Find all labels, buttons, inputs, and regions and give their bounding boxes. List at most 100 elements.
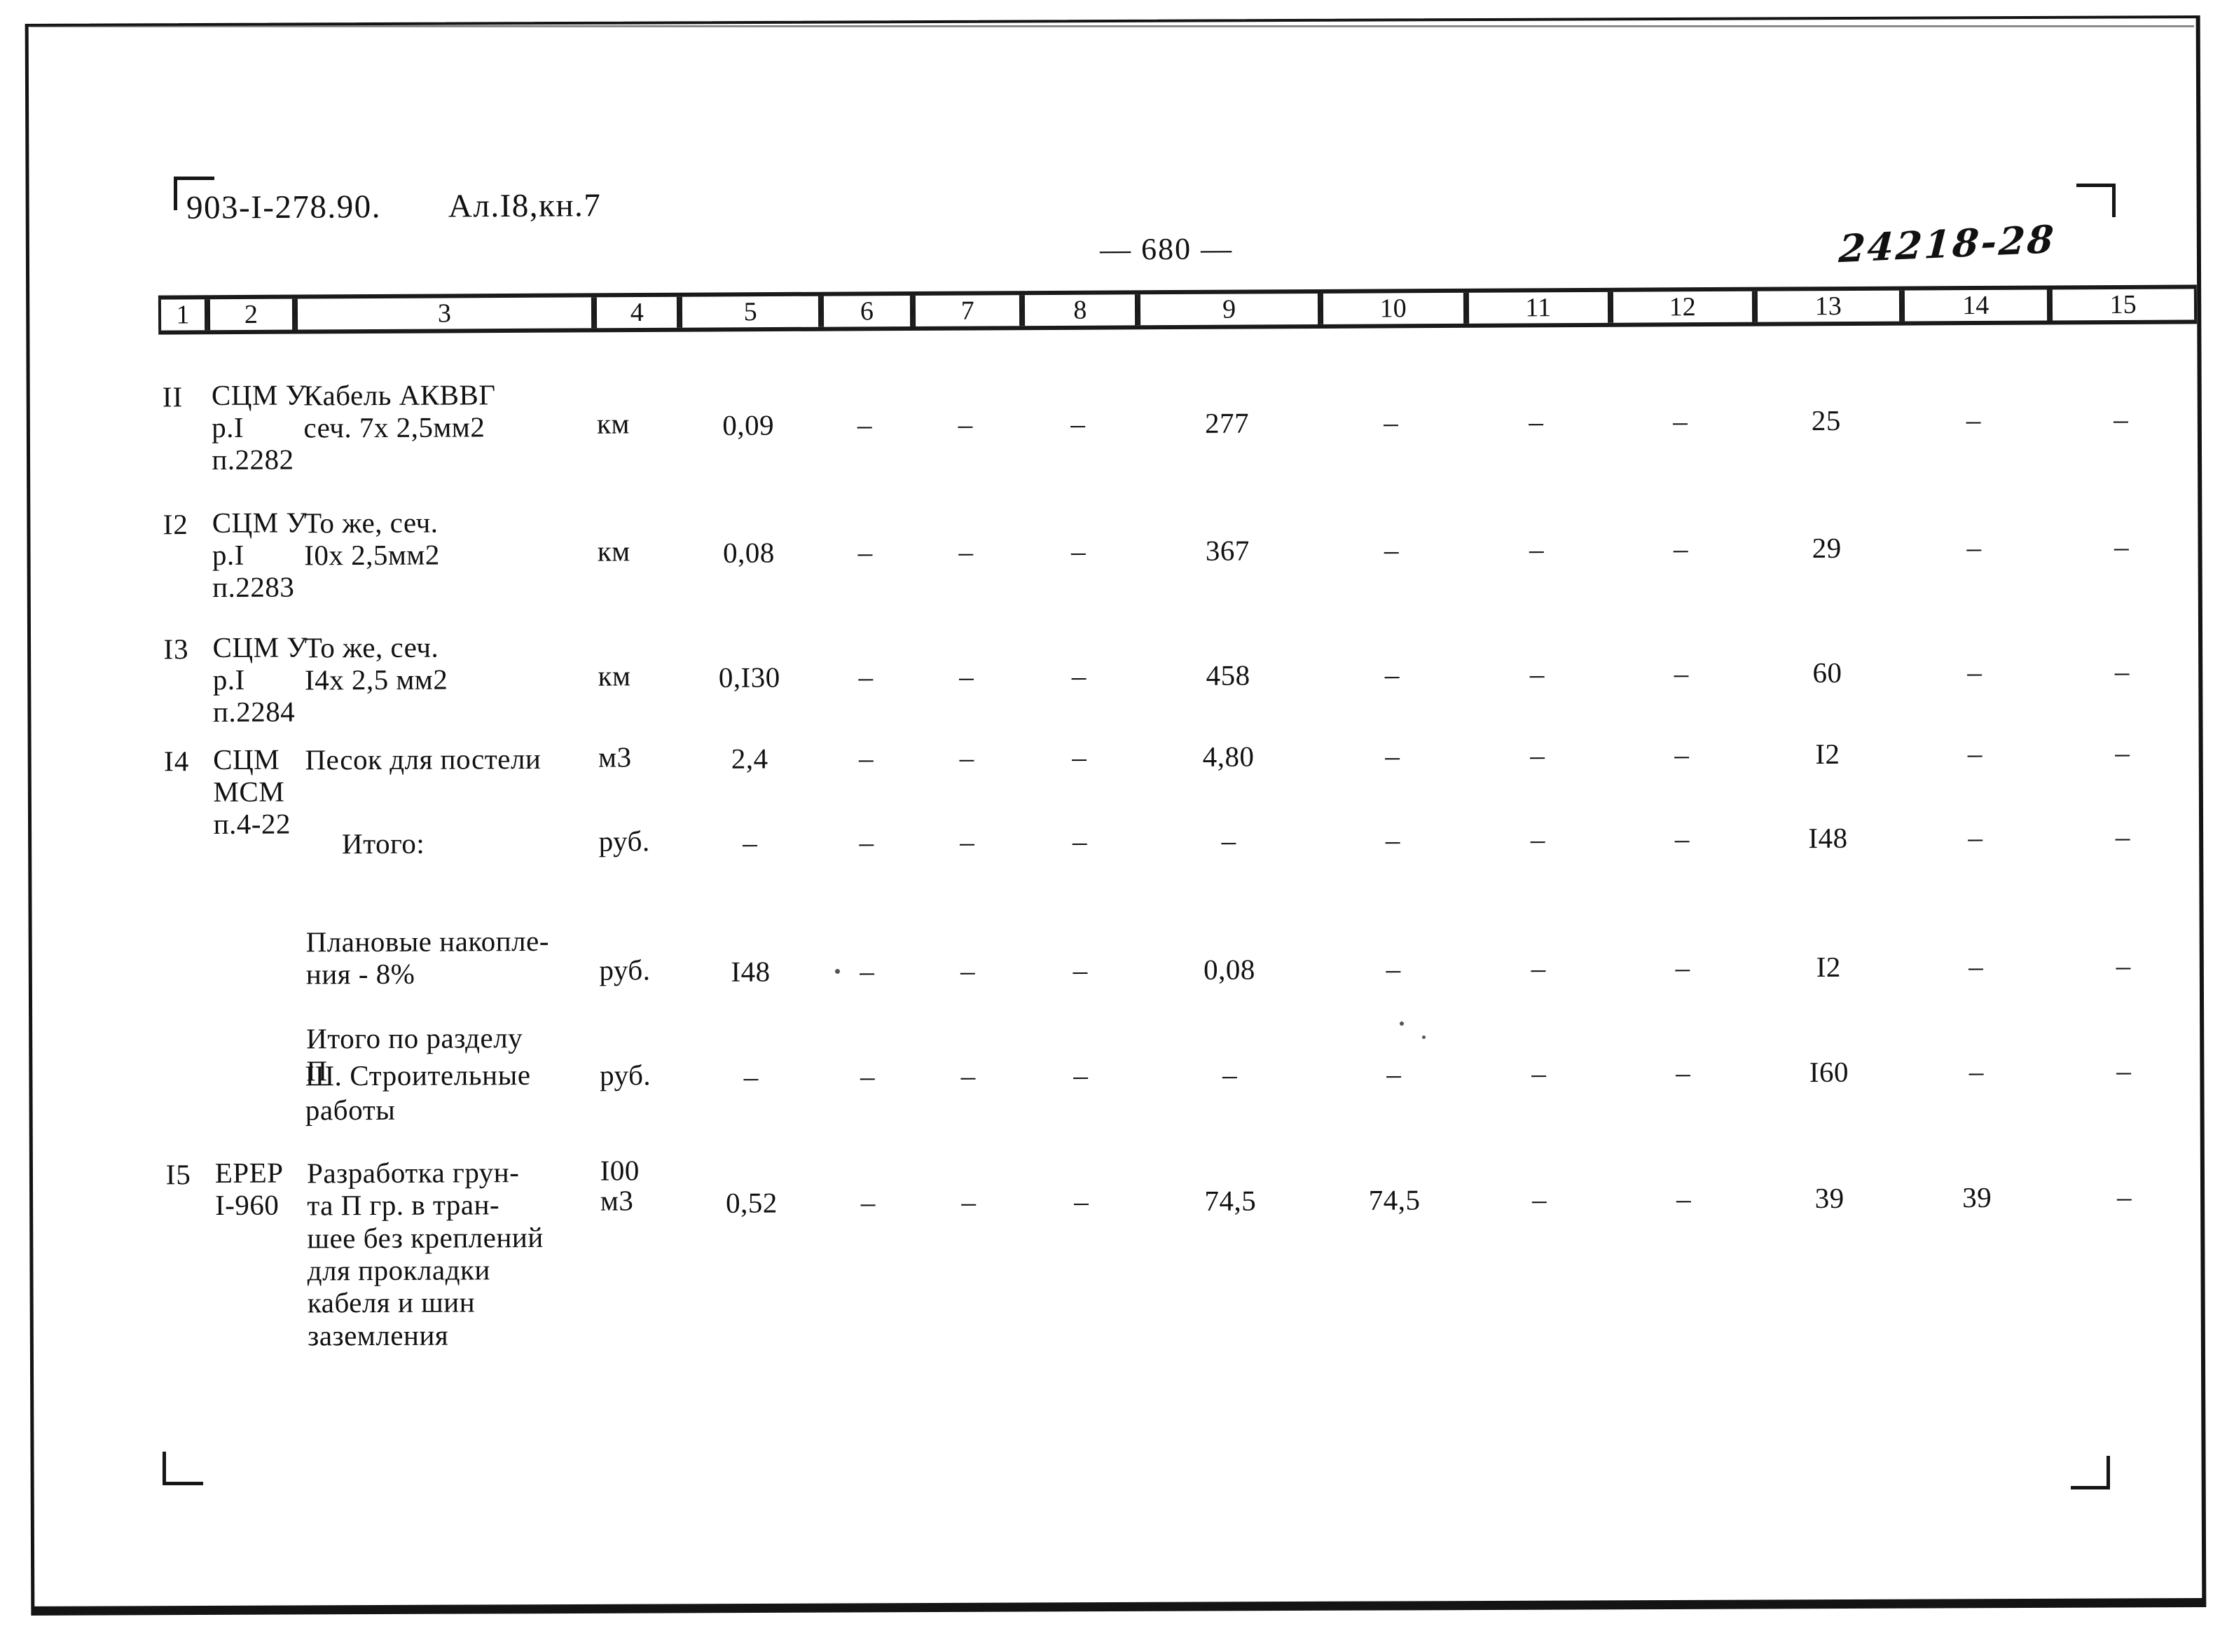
section-heading: Ш. Строительные работы — [305, 1059, 531, 1127]
cell-col-12: – — [1676, 1056, 1691, 1089]
cell-col-7: – — [958, 535, 974, 568]
cell-unit: км — [597, 535, 630, 567]
cell-col-7: – — [961, 1185, 977, 1218]
cell-col-9: 458 — [1206, 659, 1250, 691]
cell-position-number: I5 — [165, 1158, 191, 1191]
column-header-9: 9 — [1138, 293, 1321, 326]
cell-col-7: – — [960, 1059, 976, 1092]
table-row: Плановые накопле- ния - 8% руб. I48 – – – 0,08… — [158, 918, 2197, 991]
column-header-5: 5 — [680, 296, 821, 328]
cell-col-10: – — [1384, 533, 1400, 566]
cell-col-6: – — [857, 408, 873, 441]
cell-col-5: – — [743, 826, 758, 859]
cell-col-5: 0,09 — [722, 408, 775, 441]
cell-unit: км — [596, 407, 630, 440]
cell-work-description: Разработка грун- та П гр. в тран- шее бе… — [306, 1156, 544, 1352]
cell-col-15: – — [2116, 1181, 2132, 1213]
cell-col-12: – — [1675, 951, 1690, 984]
cell-col-13: I2 — [1815, 737, 1840, 771]
cell-position-number: I4 — [164, 745, 190, 778]
cell-col-11: – — [1531, 1056, 1547, 1089]
cell-col-5: – — [743, 1060, 759, 1093]
column-header-15: 15 — [2049, 289, 2198, 321]
cell-col-7: – — [959, 741, 974, 774]
cell-col-10: – — [1386, 1057, 1402, 1090]
cell-col-12: – — [1673, 532, 1689, 565]
cell-col-15: – — [2115, 820, 2130, 853]
cell-unit: руб. — [598, 825, 650, 858]
cell-col-7: – — [960, 954, 976, 987]
cell-col-12: – — [1674, 738, 1690, 771]
cell-col-11: – — [1530, 738, 1545, 771]
cell-col-12: – — [1674, 656, 1689, 689]
table-row: I2 СЦМ У р.I п.2283 То же, сеч. I0х 2,5мм2… — [156, 499, 2195, 603]
cell-work-description: Песок для постели — [305, 742, 542, 776]
cell-col-6: – — [859, 825, 874, 858]
column-header-4: 4 — [594, 296, 680, 329]
cell-col-13: 29 — [1812, 531, 1842, 565]
column-header-8: 8 — [1022, 294, 1138, 326]
scan-noise — [29, 25, 2194, 27]
cell-col-9: 367 — [1205, 534, 1250, 567]
cell-col-15: – — [2114, 530, 2130, 563]
cell-col-6: – — [858, 660, 874, 693]
cell-col-6: – — [858, 741, 874, 774]
cell-col-13: I2 — [1816, 950, 1841, 984]
cell-col-10: – — [1384, 658, 1400, 691]
cell-work-description: То же, сеч. I0х 2,5мм2 — [303, 506, 440, 572]
cell-col-12: – — [1676, 1182, 1692, 1215]
cell-col-10: – — [1385, 823, 1400, 856]
column-header-1: 1 — [158, 299, 208, 331]
cell-col-8: – — [1073, 954, 1088, 986]
cell-col-10: – — [1386, 952, 1401, 985]
cell-col-6: – — [860, 1059, 876, 1092]
cell-col-11: – — [1530, 822, 1545, 855]
cell-unit: км — [598, 659, 631, 692]
cell-col-15: – — [2116, 1054, 2132, 1087]
table-row: I5 ЕРЕР I-960 Разработка грун- та П гр. в … — [160, 1149, 2198, 1351]
cell-col-8: – — [1071, 659, 1087, 692]
cell-col-10: – — [1385, 739, 1400, 772]
cell-col-8: – — [1074, 1185, 1089, 1218]
cell-col-14: – — [1966, 530, 1982, 564]
table-row: Итого по разделу Пруб. – – – – – – – – I60– – — [159, 1014, 2198, 1093]
column-header-3: 3 — [294, 297, 595, 330]
cell-col-15: – — [2116, 949, 2131, 982]
table-row: I3 СЦМ У р.I п.2284 То же, сеч. I4х 2,5 мм… — [157, 624, 2195, 727]
column-header-7: 7 — [912, 295, 1023, 326]
cell-col-11: – — [1529, 532, 1545, 565]
cell-col-14: – — [1968, 1054, 1984, 1088]
document-page: 903-I-278.90. Ал.I8,кн.7 — 680 — 24218-28… — [0, 0, 2234, 1652]
cell-col-13: 60 — [1812, 656, 1842, 689]
cell-col-6: – — [860, 1185, 876, 1218]
cell-col-15: – — [2114, 655, 2130, 688]
cell-col-10: – — [1384, 406, 1399, 439]
cell-col-9: 0,08 — [1203, 953, 1255, 986]
column-header-2: 2 — [207, 298, 295, 331]
cell-work-description: Итого: — [341, 827, 425, 860]
cell-col-8: – — [1070, 535, 1087, 567]
cell-col-5: 0,08 — [722, 536, 775, 569]
cell-unit: I00 м3 — [600, 1154, 640, 1217]
cell-col-10: 74,5 — [1368, 1183, 1421, 1216]
cell-position-number: I2 — [163, 508, 188, 541]
table-body: II СЦМ У р.I п.2282 Кабель АКВВГ сеч. 7х 2… — [156, 336, 2199, 1480]
cell-col-5: 0,52 — [726, 1186, 778, 1219]
column-header-10: 10 — [1320, 292, 1466, 324]
cell-col-9: 277 — [1204, 406, 1250, 439]
cell-col-8: – — [1072, 825, 1087, 858]
cell-work-description: То же, сеч. I4х 2,5 мм2 — [304, 631, 448, 696]
cell-work-description: Кабель АКВВГ сеч. 7х 2,5мм2 — [303, 378, 496, 444]
cell-col-15: – — [2114, 403, 2129, 436]
cell-col-15: – — [2115, 736, 2130, 769]
cell-work-description: Плановые накопле- ния - 8% — [305, 924, 550, 991]
cell-col-7: – — [958, 408, 973, 441]
album-reference: Ал.I8,кн.7 — [448, 187, 602, 225]
cell-col-7: – — [959, 660, 974, 693]
cell-col-14: – — [1966, 403, 1981, 436]
cell-col-14: – — [1967, 655, 1983, 689]
cell-position-number: I3 — [163, 633, 189, 666]
cell-col-14: 39 — [1962, 1181, 1992, 1214]
cell-col-11: – — [1531, 951, 1546, 984]
cell-col-5: 0,I30 — [718, 661, 780, 694]
